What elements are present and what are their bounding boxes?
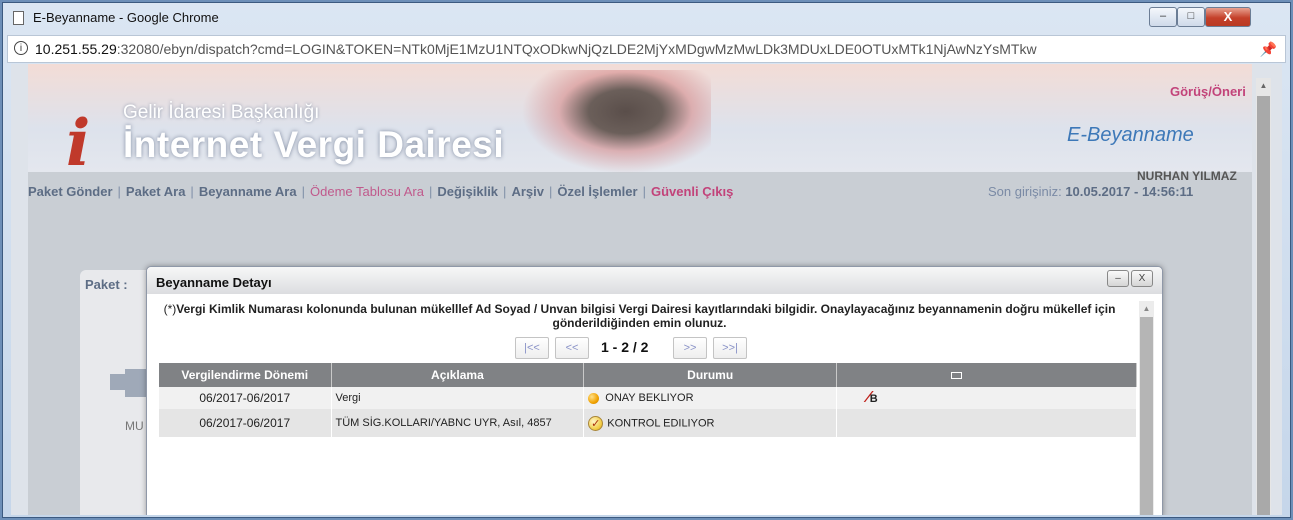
url-path: :32080/ebyn/dispatch?cmd=LOGIN&TOKEN=NTk… [116,41,1037,57]
site-header: i Gelir İdaresi Başkanlığı İnternet Verg… [28,64,1252,176]
row-description: TÜM SİG.KOLLARI/YABNC UYR, Asıl, 4857 [331,409,585,437]
row-status: ONAY BEKLIYOR [583,387,838,409]
declaration-detail-dialog: Beyanname Detayı – X (*)Vergi Kimlik Num… [146,266,1163,515]
col-mail-header [836,363,1137,387]
dialog-close-button[interactable]: X [1131,270,1153,287]
pager-last-button[interactable]: >>| [713,337,747,359]
dialog-title: Beyanname Detayı [156,275,272,290]
row-status: ✓ KONTROL EDILIYOR [583,409,838,437]
portrait-flag-image [521,70,711,174]
row-period: 06/2017-06/2017 [159,387,332,409]
pending-dot-icon [588,392,600,404]
notice-prefix: (*) [163,302,177,316]
address-bar[interactable]: i 10.251.55.29:32080/ebyn/dispatch?cmd=L… [7,35,1286,63]
org-name: Gelir İdaresi Başkanlığı [123,102,320,123]
nav-separator: | [117,184,121,199]
nav-beyanname-ara[interactable]: Beyanname Ara [199,184,297,199]
window-title: E-Beyanname - Google Chrome [33,10,219,25]
minimize-button[interactable]: – [1149,7,1177,27]
pdf-label: B [869,392,878,405]
brand-name: İnternet Vergi Dairesi [123,124,505,165]
dialog-scroll-up-icon[interactable]: ▲ [1139,301,1154,316]
nav-separator: | [190,184,194,199]
page-scrollbar[interactable]: ▲ [1256,78,1271,515]
background-row-text: MU [125,419,144,433]
background-tab-label: Paket : [85,277,128,292]
user-name: NURHAN YILMAZ [1137,169,1237,183]
dialog-minimize-button[interactable]: – [1107,270,1129,287]
info-icon[interactable]: i [14,41,28,55]
last-login: Son girişiniz: 10.05.2017 - 14:56:11 [988,184,1193,199]
dialog-scroll-thumb[interactable] [1140,317,1153,515]
mail-icon [951,372,963,379]
last-login-label: Son girişiniz: [988,184,1062,199]
nav-paket-gonder[interactable]: Paket Gönder [28,184,113,199]
gib-logo-icon: i [66,106,91,181]
declaration-table: Vergilendirme Dönemi Açıklama Durumu 06/… [159,363,1137,437]
row-pdf-cell: ⁄B [836,387,1137,409]
table-row[interactable]: 06/2017-06/2017 Vergi ONAY BEKLIYOR ⁄B [159,387,1137,409]
title-bar: E-Beyanname - Google Chrome – □ X [3,3,1290,33]
product-name: E-Beyanname [1067,124,1194,146]
nav-degisiklik[interactable]: Değişiklik [437,184,498,199]
pdf-icon[interactable]: ⁄B [867,389,878,406]
col-status-header[interactable]: Durumu [583,363,838,387]
table-row[interactable]: 06/2017-06/2017 TÜM SİG.KOLLARI/YABNC UY… [159,409,1137,437]
pager-next-button[interactable]: >> [673,337,707,359]
nav-separator: | [548,184,553,199]
pager-first-button[interactable]: |<< [515,337,549,359]
pager-prev-button[interactable]: << [555,337,589,359]
nav-guvenli-cikis[interactable]: Güvenli Çıkış [651,184,733,199]
maximize-button[interactable]: □ [1177,7,1205,27]
dialog-title-bar[interactable]: Beyanname Detayı – X [147,267,1162,294]
browser-window: E-Beyanname - Google Chrome – □ X i 10.2… [2,2,1291,518]
nav-separator: | [503,184,507,199]
page-body: i Gelir İdaresi Başkanlığı İnternet Verg… [28,64,1252,515]
nav-ozel-islemler[interactable]: Özel İşlemler [557,184,637,199]
row-status-text: ONAY BEKLIYOR [605,392,694,404]
col-period-header[interactable]: Vergilendirme Dönemi [159,363,332,387]
pin-icon[interactable]: 📌 [1260,41,1277,58]
nav-paket-ara[interactable]: Paket Ara [126,184,186,199]
background-checkbox [110,374,126,390]
notice-text: Vergi Kimlik Numarası kolonunda bulunan … [176,302,1116,330]
pager-status: 1 - 2 / 2 [601,339,649,355]
nav-arsiv[interactable]: Arşiv [511,184,544,199]
url-text[interactable]: 10.251.55.29:32080/ebyn/dispatch?cmd=LOG… [35,41,1255,57]
feedback-link[interactable]: Görüş/Öneri [1170,84,1246,99]
nav-odeme-tablosu-ara[interactable]: Ödeme Tablosu Ara [310,184,424,199]
nav-separator: | [428,184,433,199]
col-description-header[interactable]: Açıklama [331,363,585,387]
url-host: 10.251.55.29 [35,41,117,57]
page-icon [13,11,24,25]
row-period: 06/2017-06/2017 [159,409,332,437]
table-header-row: Vergilendirme Dönemi Açıklama Durumu [159,363,1137,387]
last-login-value: 10.05.2017 - 14:56:11 [1065,184,1194,199]
row-description: Vergi [331,387,585,409]
page-viewport: i Gelir İdaresi Başkanlığı İnternet Verg… [11,64,1282,515]
scroll-up-icon[interactable]: ▲ [1256,78,1271,93]
close-button[interactable]: X [1205,7,1251,27]
nav-separator: | [301,184,305,199]
row-status-text: KONTROL EDILIYOR [607,416,715,429]
scroll-thumb[interactable] [1257,96,1270,515]
checking-clock-icon: ✓ [588,415,604,431]
nav-separator: | [642,184,646,199]
dialog-scrollbar[interactable]: ▲ [1139,301,1154,515]
taxpayer-notice: (*)Vergi Kimlik Numarası kolonunda bulun… [157,302,1122,330]
row-pdf-cell [836,409,1137,437]
